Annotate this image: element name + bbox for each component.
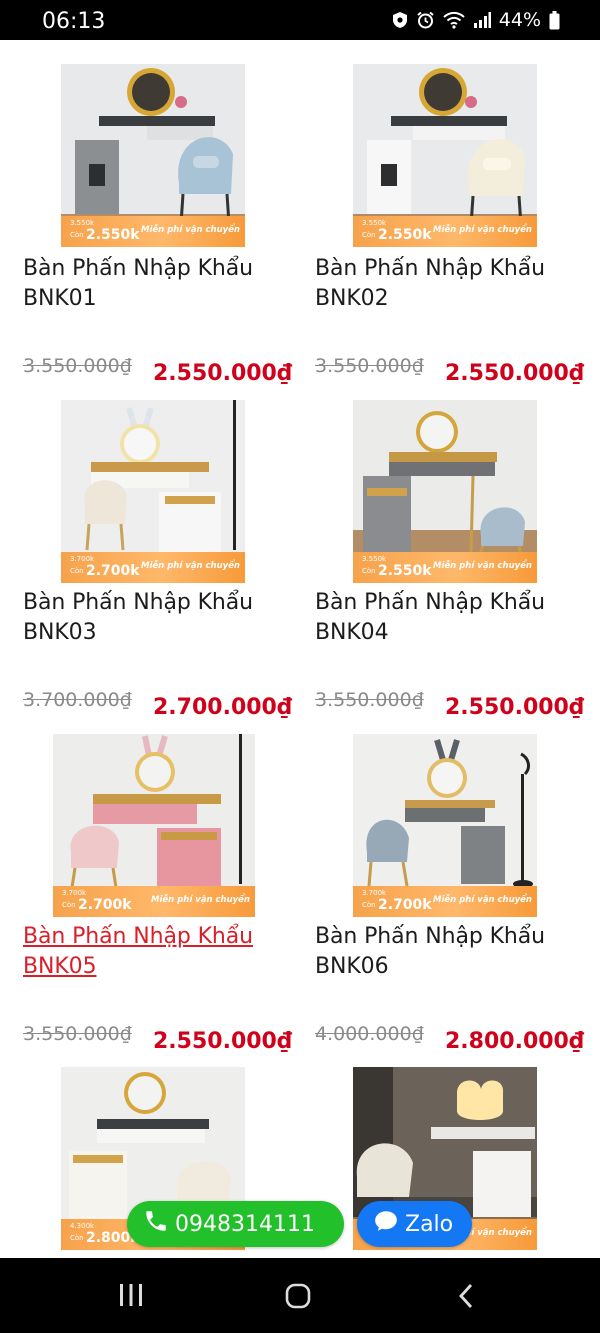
status-bar: 06:13 44%: [0, 0, 600, 40]
status-time: 06:13: [42, 9, 106, 34]
battery-icon: [549, 10, 560, 30]
battery-text: 44%: [498, 9, 541, 31]
product-title[interactable]: Bàn Phấn Nhập Khẩu BNK03: [23, 588, 253, 648]
sale-price: 2.800.000₫: [445, 1029, 585, 1054]
product-image[interactable]: 3.550k Còn 2.550k Miễn phí vận chuyển: [353, 400, 537, 583]
old-price: 3.550.000₫: [23, 1023, 132, 1045]
old-price: 3.550.000₫: [315, 689, 424, 711]
phone-number: 0948314111: [175, 1211, 315, 1237]
chat-bubble-icon: [373, 1208, 405, 1240]
promo-banner: 3.550k Còn 2.550k Miễn phí vận chuyển: [61, 216, 245, 247]
back-button[interactable]: [456, 1282, 476, 1315]
phone-icon: [143, 1208, 175, 1240]
signal-icon: [473, 11, 491, 29]
product-image[interactable]: 3.550k Còn 2.550k Miễn phí vận chuyển: [353, 64, 537, 247]
zalo-label: Zalo: [405, 1211, 454, 1237]
system-nav-bar: [0, 1258, 600, 1333]
old-price: 3.550.000₫: [315, 355, 424, 377]
sale-price: 2.550.000₫: [445, 695, 585, 720]
sale-price: 2.550.000₫: [445, 361, 585, 386]
product-image[interactable]: 3.700k Còn 2.700k Miễn phí vận chuyển: [353, 734, 537, 917]
call-button[interactable]: 0948314111: [127, 1201, 344, 1247]
product-title[interactable]: Bàn Phấn Nhập Khẩu BNK01: [23, 254, 253, 314]
zalo-button[interactable]: Zalo: [357, 1201, 472, 1247]
status-icons: 44%: [392, 9, 560, 31]
product-title[interactable]: Bàn Phấn Nhập Khẩu BNK04: [315, 588, 545, 648]
recent-apps-button[interactable]: [118, 1282, 144, 1313]
old-price: 3.550.000₫: [23, 355, 132, 377]
product-title[interactable]: Bàn Phấn Nhập Khẩu BNK06: [315, 922, 545, 982]
promo-banner: 3.700k Còn 2.700k Miễn phí vận chuyển: [53, 886, 255, 917]
product-title-link[interactable]: Bàn Phấn Nhập Khẩu BNK05: [23, 922, 253, 982]
product-title[interactable]: Bàn Phấn Nhập Khẩu BNK02: [315, 254, 545, 314]
product-image[interactable]: 3.700k Còn 2.700k Miễn phí vận chuyển: [53, 734, 255, 917]
sale-price: 2.550.000₫: [153, 1029, 293, 1054]
sale-price: 2.550.000₫: [153, 361, 293, 386]
alarm-icon: [416, 11, 435, 29]
wifi-icon: [443, 11, 465, 29]
product-image[interactable]: 3.550k Còn 2.550k Miễn phí vận chuyển: [61, 64, 245, 247]
old-price: 4.000.000₫: [315, 1023, 424, 1045]
promo-banner: 3.700k Còn 2.700k Miễn phí vận chuyển: [353, 886, 537, 917]
shield-icon: [392, 11, 408, 29]
old-price: 3.700.000₫: [23, 689, 132, 711]
product-grid: 3.550k Còn 2.550k Miễn phí vận chuyển Bà…: [0, 40, 600, 1258]
promo-banner: 3.550k Còn 2.550k Miễn phí vận chuyển: [353, 552, 537, 583]
promo-banner: 3.550k Còn 2.550k Miễn phí vận chuyển: [353, 216, 537, 247]
promo-banner: 3.700k Còn 2.700k Miễn phí vận chuyển: [61, 552, 245, 583]
home-button[interactable]: [284, 1282, 312, 1315]
product-image[interactable]: 3.700k Còn 2.700k Miễn phí vận chuyển: [61, 400, 245, 583]
sale-price: 2.700.000₫: [153, 695, 293, 720]
